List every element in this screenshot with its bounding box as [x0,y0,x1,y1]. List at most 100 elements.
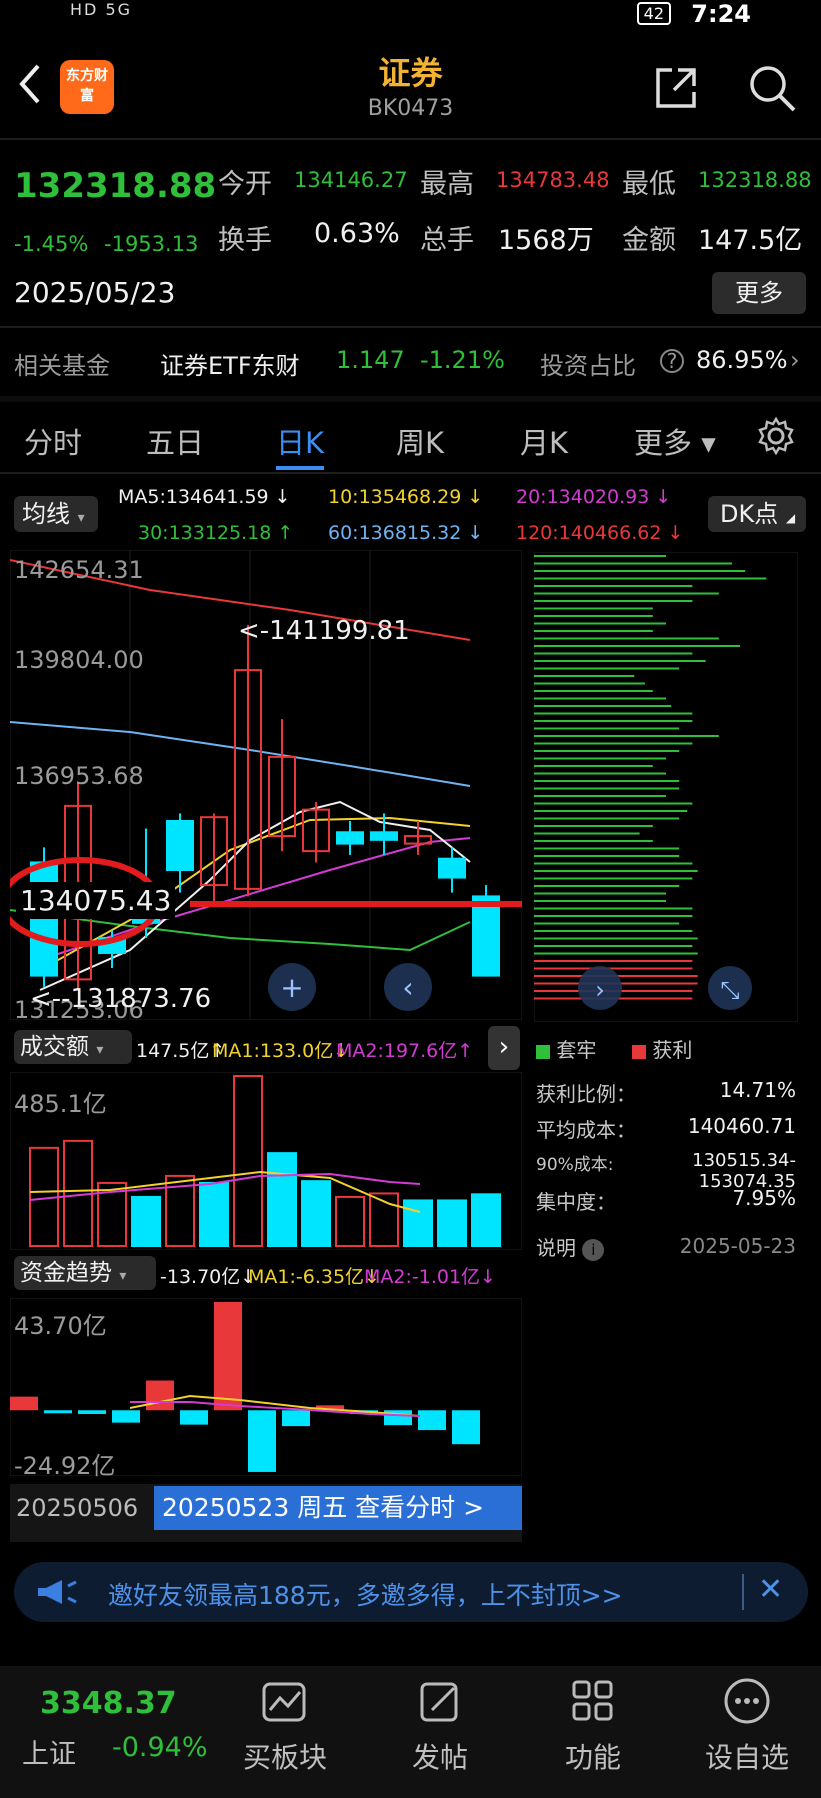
more-button[interactable]: 更多 [712,272,806,314]
volume-bar [267,1152,297,1247]
volume-bar [403,1199,433,1247]
bottom-navigation: 3348.37 上证 -0.94% 买板块 发帖 功能 设自选 [0,1666,821,1798]
volume-bar [131,1195,161,1247]
volume-ma2: MA2:197.6亿↑ [336,1040,474,1062]
close-icon[interactable]: ✕ [758,1572,783,1607]
buy-sector-icon[interactable] [258,1680,312,1726]
more-dots-icon[interactable] [722,1676,772,1726]
volume-bar [199,1181,229,1247]
kline-ylabel-top: 142654.31 [14,556,144,584]
chip-distribution-chart: › ⤡ [534,552,798,1022]
capital-bar [180,1410,208,1425]
capital-bar [214,1302,242,1411]
high-value: 134783.48 [496,168,610,192]
kline-ylabel-3: 136953.68 [14,762,144,790]
amount-value: 147.5亿 [698,225,803,256]
function-grid-icon[interactable] [570,1678,616,1724]
index-value[interactable]: 3348.37 [40,1686,177,1721]
capital-bar [248,1410,276,1472]
divider [742,1574,744,1610]
ma120-value: 120:140466.62 ↓ [516,522,684,544]
cost90-label: 90%成本: [536,1155,614,1175]
tab-more[interactable]: 更多 ▾ [634,420,716,462]
volume-bar [437,1199,467,1247]
volume-ma1: MA1:133.0亿↓ [212,1040,350,1062]
capital-bar [146,1380,174,1411]
nav-function[interactable]: 功能 [523,1736,663,1776]
legend-trap: 套牢 [536,1034,596,1063]
compose-icon[interactable] [416,1678,464,1726]
candle [472,885,500,977]
low-value: 132318.88 [698,168,812,192]
share-icon[interactable] [652,64,700,112]
nav-buy-sector[interactable]: 买板块 [215,1736,355,1776]
chevron-right-icon[interactable]: › [790,346,800,374]
nav-add-watchlist[interactable]: 设自选 [677,1736,817,1776]
change-percent: -1.45% [14,232,89,256]
tab-five-day[interactable]: 五日 [146,420,204,462]
explain-link[interactable]: 说明 i [536,1232,605,1261]
invest-ratio-label: 投资占比 [540,352,636,380]
search-icon[interactable] [746,62,798,114]
nav-post[interactable]: 发帖 [370,1736,510,1776]
status-bar: HD 5G 42 7:24 [0,0,821,28]
volume-bar [233,1075,263,1247]
date-tooltip-link[interactable]: 20250523 周五 查看分时 > [154,1486,522,1530]
candle [268,719,296,852]
active-tab-indicator [276,466,324,470]
low-annotation: <--131873.76 [30,984,212,1014]
tab-intraday[interactable]: 分时 [24,420,82,462]
candle [200,813,228,904]
candle [234,624,262,897]
chip-date: 2025-05-23 [679,1234,796,1258]
capital-value: -13.70亿↓ [160,1266,257,1288]
megaphone-icon [38,1580,77,1604]
volume-bar [471,1193,501,1247]
low-label: 最低 [622,169,676,200]
volume-indicator-selector[interactable]: 成交额 ▾ [14,1030,132,1064]
divider [0,138,821,140]
volume-bar [335,1195,365,1247]
volume-ylabel: 485.1亿 [14,1090,107,1118]
battery-icon: 42 [636,2,671,25]
expand-button-glyph: ⤡ [720,976,739,1004]
kline-ylabel-2: 139804.00 [14,646,144,674]
tab-monthly-k[interactable]: 月K [520,420,568,462]
ma-selector[interactable]: 均线 ▾ [14,496,98,532]
tab-daily-k[interactable]: 日K [276,420,324,462]
capital-bar [44,1410,72,1414]
profit-ratio: 14.71% [719,1078,796,1102]
capital-ylabel-bottom: -24.92亿 [14,1452,116,1480]
invite-banner[interactable]: 邀好友领最高188元，多邀多得，上不封顶>> ✕ [14,1562,808,1622]
fund-name[interactable]: 证券ETF东财 [160,346,300,381]
index-name[interactable]: 上证 [22,1732,76,1771]
related-fund-label: 相关基金 [14,352,110,380]
ma20-value: 20:134020.93 ↓ [516,486,672,508]
network-icons: HD 5G [70,0,133,19]
plus-button-glyph: + [280,971,303,1004]
tab-weekly-k[interactable]: 周K [396,420,444,462]
ma5-value: MA5:134641.59 ↓ [118,486,291,508]
help-icon[interactable]: ? [660,349,684,373]
info-icon: i [582,1239,605,1261]
capital-ma2: MA2:-1.01亿↓ [364,1266,496,1288]
capital-indicator-selector[interactable]: 资金趋势 ▾ [14,1256,156,1290]
profit-ratio-label: 获利比例： [536,1082,636,1106]
candle [336,820,364,855]
volume-label: 总手 [420,225,474,256]
gear-icon[interactable] [756,416,796,456]
volume-value: 1568万 [498,225,594,256]
turnover-value: 0.63% [314,218,400,249]
capital-bar [452,1410,480,1445]
dk-point-button[interactable]: DK点 ◢ [708,496,806,532]
invest-ratio: 86.95% [696,346,788,374]
date-axis-start: 20250506 [16,1494,139,1522]
capital-bar [282,1410,310,1427]
open-label: 今开 [218,169,272,200]
chevron-right-icon[interactable]: › [488,1026,520,1070]
change-amount: -1953.13 [104,232,199,256]
avg-cost-label: 平均成本： [536,1118,636,1142]
capital-bar [418,1410,446,1431]
capital-bar [10,1396,38,1411]
fund-price: 1.147 [336,346,405,374]
